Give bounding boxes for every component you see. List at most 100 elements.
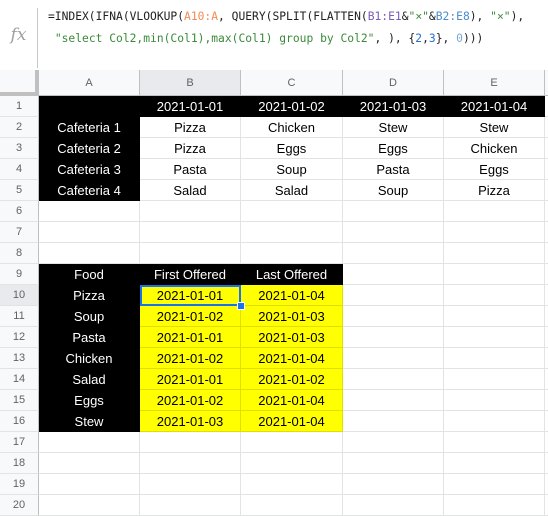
- cell-d1[interactable]: 2021-01-03: [343, 96, 444, 117]
- cell-d3[interactable]: Eggs: [343, 138, 444, 159]
- cell-c2[interactable]: Chicken: [241, 117, 343, 138]
- cell-c11[interactable]: 2021-01-03: [241, 306, 343, 327]
- cell-e9[interactable]: [444, 264, 545, 285]
- cell-b16[interactable]: 2021-01-03: [140, 411, 241, 432]
- cell-d13[interactable]: [343, 348, 444, 369]
- cell-e13[interactable]: [444, 348, 545, 369]
- cell-b5[interactable]: Salad: [140, 180, 241, 201]
- column-header-d[interactable]: D: [343, 70, 444, 96]
- cell-a16[interactable]: Stew: [39, 411, 140, 432]
- cell-c8[interactable]: [241, 243, 343, 264]
- cell-a2[interactable]: Cafeteria 1: [39, 117, 140, 138]
- cell-e5[interactable]: Pizza: [444, 180, 545, 201]
- row-header[interactable]: 3: [0, 138, 39, 159]
- cell-e4[interactable]: Eggs: [444, 159, 545, 180]
- cell-a1[interactable]: [39, 96, 140, 117]
- cell-d2[interactable]: Stew: [343, 117, 444, 138]
- cell-d7[interactable]: [343, 222, 444, 243]
- cell-a3[interactable]: Cafeteria 2: [39, 138, 140, 159]
- cell-e1[interactable]: 2021-01-04: [444, 96, 545, 117]
- cell-b18[interactable]: [140, 453, 241, 474]
- cell-d16[interactable]: [343, 411, 444, 432]
- cell-c5[interactable]: Salad: [241, 180, 343, 201]
- cell-e15[interactable]: [444, 390, 545, 411]
- row-header[interactable]: 6: [0, 201, 39, 222]
- cell-d19[interactable]: [343, 474, 444, 495]
- cell-c17[interactable]: [241, 432, 343, 453]
- cell-c15[interactable]: 2021-01-04: [241, 390, 343, 411]
- cell-d8[interactable]: [343, 243, 444, 264]
- row-header[interactable]: 11: [0, 306, 39, 327]
- row-header[interactable]: 1: [0, 96, 39, 117]
- cell-b13[interactable]: 2021-01-02: [140, 348, 241, 369]
- cell-a11[interactable]: Soup: [39, 306, 140, 327]
- cell-e16[interactable]: [444, 411, 545, 432]
- row-header[interactable]: 12: [0, 327, 39, 348]
- cell-a10[interactable]: Pizza: [39, 285, 140, 306]
- row-header[interactable]: 9: [0, 264, 39, 285]
- row-header[interactable]: 7: [0, 222, 39, 243]
- formula-input[interactable]: =INDEX(IFNA(VLOOKUP(A10:A, QUERY(SPLIT(F…: [48, 6, 548, 50]
- row-header[interactable]: 18: [0, 453, 39, 474]
- cell-a15[interactable]: Eggs: [39, 390, 140, 411]
- cell-b3[interactable]: Pizza: [140, 138, 241, 159]
- row-header[interactable]: 14: [0, 369, 39, 390]
- cell-e17[interactable]: [444, 432, 545, 453]
- cell-e3[interactable]: Chicken: [444, 138, 545, 159]
- cell-b4[interactable]: Pasta: [140, 159, 241, 180]
- cell-c3[interactable]: Eggs: [241, 138, 343, 159]
- cell-d11[interactable]: [343, 306, 444, 327]
- cell-e7[interactable]: [444, 222, 545, 243]
- cell-b2[interactable]: Pizza: [140, 117, 241, 138]
- cell-d17[interactable]: [343, 432, 444, 453]
- cell-b6[interactable]: [140, 201, 241, 222]
- cell-c13[interactable]: 2021-01-04: [241, 348, 343, 369]
- cell-b10[interactable]: 2021-01-01: [140, 285, 241, 306]
- cell-c4[interactable]: Soup: [241, 159, 343, 180]
- fill-handle[interactable]: [237, 302, 245, 310]
- row-header[interactable]: 17: [0, 432, 39, 453]
- cell-c16[interactable]: 2021-01-04: [241, 411, 343, 432]
- column-header-e[interactable]: E: [444, 70, 545, 96]
- cell-a8[interactable]: [39, 243, 140, 264]
- cell-a12[interactable]: Pasta: [39, 327, 140, 348]
- cell-a9[interactable]: Food: [39, 264, 140, 285]
- cell-c7[interactable]: [241, 222, 343, 243]
- cell-e8[interactable]: [444, 243, 545, 264]
- cell-a19[interactable]: [39, 474, 140, 495]
- cell-d6[interactable]: [343, 201, 444, 222]
- cell-a6[interactable]: [39, 201, 140, 222]
- cell-d10[interactable]: [343, 285, 444, 306]
- cell-b12[interactable]: 2021-01-01: [140, 327, 241, 348]
- cell-e2[interactable]: Stew: [444, 117, 545, 138]
- cell-a4[interactable]: Cafeteria 3: [39, 159, 140, 180]
- cell-a18[interactable]: [39, 453, 140, 474]
- row-header[interactable]: 16: [0, 411, 39, 432]
- cell-d4[interactable]: Pasta: [343, 159, 444, 180]
- cell-b15[interactable]: 2021-01-02: [140, 390, 241, 411]
- cell-c19[interactable]: [241, 474, 343, 495]
- cell-d14[interactable]: [343, 369, 444, 390]
- row-header[interactable]: 19: [0, 474, 39, 495]
- cell-c18[interactable]: [241, 453, 343, 474]
- cell-b11[interactable]: 2021-01-02: [140, 306, 241, 327]
- cell-c14[interactable]: 2021-01-02: [241, 369, 343, 390]
- row-header[interactable]: 5: [0, 180, 39, 201]
- cell-b1[interactable]: 2021-01-01: [140, 96, 241, 117]
- cell-c1[interactable]: 2021-01-02: [241, 96, 343, 117]
- row-header[interactable]: 15: [0, 390, 39, 411]
- cell-d15[interactable]: [343, 390, 444, 411]
- cell-a14[interactable]: Salad: [39, 369, 140, 390]
- column-header-a[interactable]: A: [39, 70, 140, 96]
- cell-a13[interactable]: Chicken: [39, 348, 140, 369]
- cell-b19[interactable]: [140, 474, 241, 495]
- cell-e18[interactable]: [444, 453, 545, 474]
- cell-e6[interactable]: [444, 201, 545, 222]
- cell-d9[interactable]: [343, 264, 444, 285]
- cell-e19[interactable]: [444, 474, 545, 495]
- cell-c9[interactable]: Last Offered: [241, 264, 343, 285]
- row-header[interactable]: 8: [0, 243, 39, 264]
- cell-d5[interactable]: Soup: [343, 180, 444, 201]
- row-header[interactable]: 4: [0, 159, 39, 180]
- cell-e11[interactable]: [444, 306, 545, 327]
